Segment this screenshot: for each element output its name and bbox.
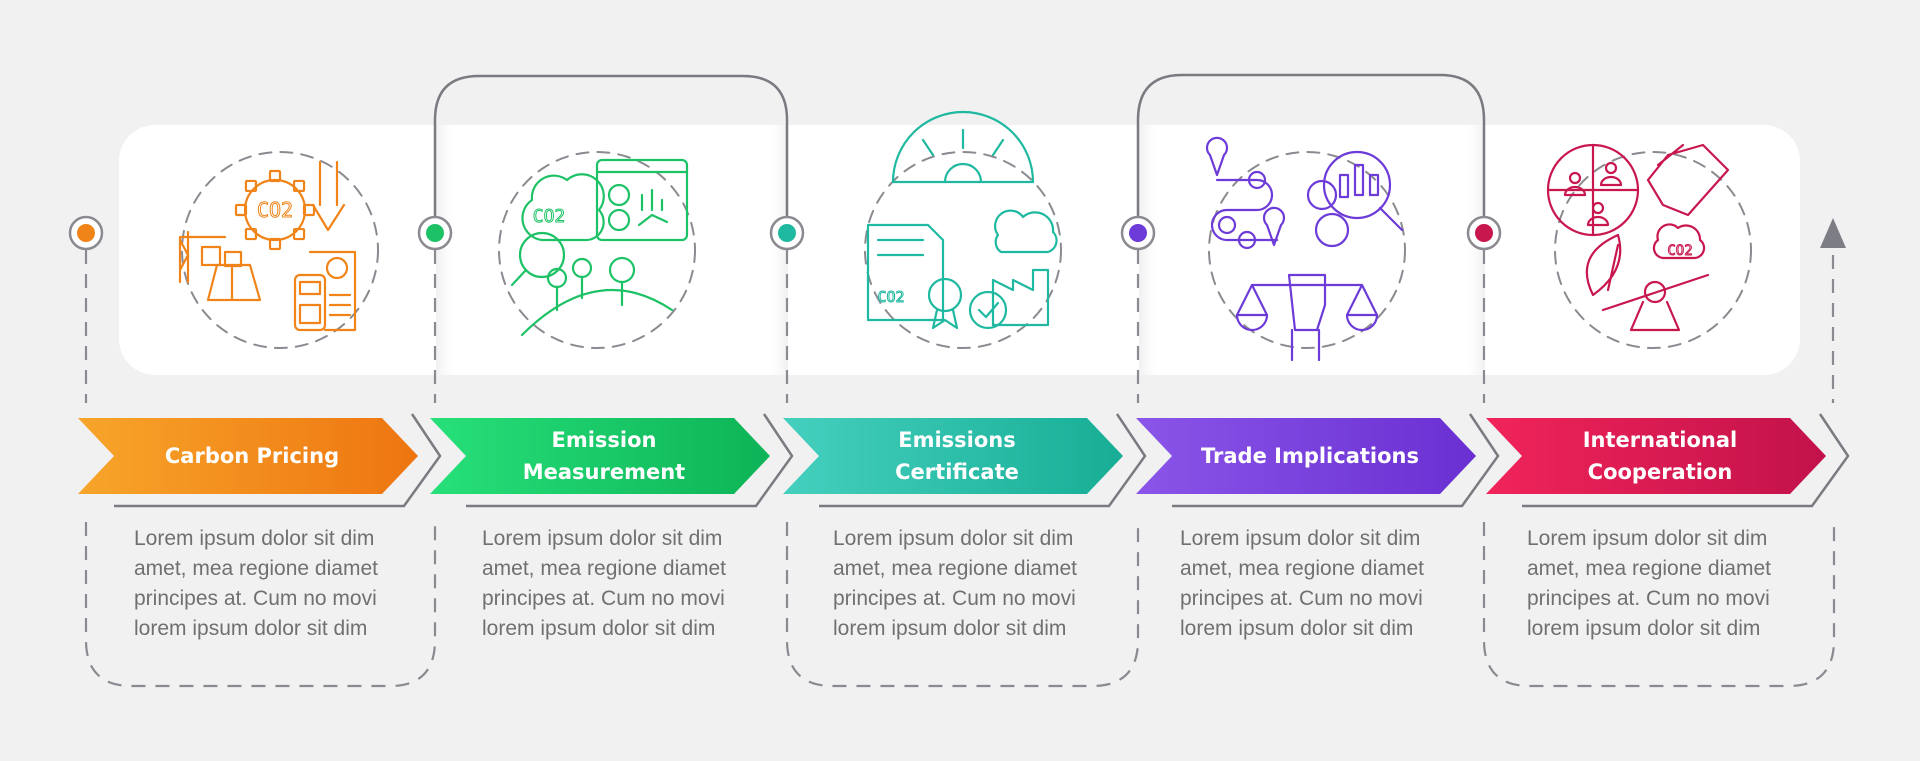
step-arrow-5: International Cooperation	[1486, 413, 1850, 508]
description-line: principes at. Cum no movi	[482, 587, 725, 610]
infographic-canvas: CO2 CO2 CO2 CO2 Carbon Pricing Emission Measu…	[68, 73, 1850, 688]
description-line: principes at. Cum no movi	[1180, 587, 1423, 610]
description-line: lorem ipsum dolor sit dim	[134, 617, 368, 640]
description-line: amet, mea regione diamet	[482, 557, 726, 580]
step-node-4	[1120, 215, 1156, 251]
description-line: Lorem ipsum dolor sit dim	[1527, 527, 1768, 550]
svg-text:CO2: CO2	[1667, 243, 1692, 259]
step-node-5	[1466, 215, 1502, 251]
step-title: Certificate	[895, 460, 1019, 484]
icon-panel	[119, 125, 1800, 375]
description-line: amet, mea regione diamet	[134, 557, 378, 580]
description-line: amet, mea regione diamet	[1527, 557, 1771, 580]
svg-text:CO2: CO2	[533, 206, 566, 227]
description-line: lorem ipsum dolor sit dim	[482, 617, 716, 640]
description-line: principes at. Cum no movi	[134, 587, 377, 610]
description-line: Lorem ipsum dolor sit dim	[833, 527, 1074, 550]
description-line: Lorem ipsum dolor sit dim	[134, 527, 375, 550]
step-description-3: Lorem ipsum dolor sit dim amet, mea regio…	[833, 524, 1133, 644]
step-arrow-3: Emissions Certificate	[783, 413, 1147, 508]
description-line: lorem ipsum dolor sit dim	[1527, 617, 1761, 640]
step-arrow-4: Trade Implications	[1136, 413, 1500, 508]
description-line: lorem ipsum dolor sit dim	[1180, 617, 1414, 640]
svg-text:CO2: CO2	[877, 288, 904, 306]
step-description-1: Lorem ipsum dolor sit dim amet, mea regio…	[134, 524, 434, 644]
description-line: principes at. Cum no movi	[1527, 587, 1770, 610]
step-title: Measurement	[523, 460, 685, 484]
description-line: amet, mea regione diamet	[833, 557, 1077, 580]
step-description-2: Lorem ipsum dolor sit dim amet, mea regio…	[482, 524, 782, 644]
step-node-1	[68, 215, 104, 251]
step-title: Emission	[552, 428, 657, 452]
step-title: Trade Implications	[1201, 444, 1419, 468]
svg-text:CO2: CO2	[257, 198, 293, 222]
step-title: Cooperation	[1588, 460, 1733, 484]
description-line: lorem ipsum dolor sit dim	[833, 617, 1067, 640]
step-node-2	[417, 215, 453, 251]
description-line: principes at. Cum no movi	[833, 587, 1076, 610]
description-line: Lorem ipsum dolor sit dim	[1180, 527, 1421, 550]
step-title: International	[1583, 428, 1738, 452]
step-node-3	[769, 215, 805, 251]
step-title: Emissions	[898, 428, 1016, 452]
step-arrow-2: Emission Measurement	[430, 413, 794, 508]
step-description-4: Lorem ipsum dolor sit dim amet, mea regio…	[1180, 524, 1480, 644]
up-arrow-icon	[1820, 218, 1846, 248]
step-arrow-1: Carbon Pricing	[78, 413, 442, 508]
description-line: Lorem ipsum dolor sit dim	[482, 527, 723, 550]
description-line: amet, mea regione diamet	[1180, 557, 1424, 580]
step-title: Carbon Pricing	[165, 444, 339, 468]
step-description-5: Lorem ipsum dolor sit dim amet, mea regio…	[1527, 524, 1827, 644]
